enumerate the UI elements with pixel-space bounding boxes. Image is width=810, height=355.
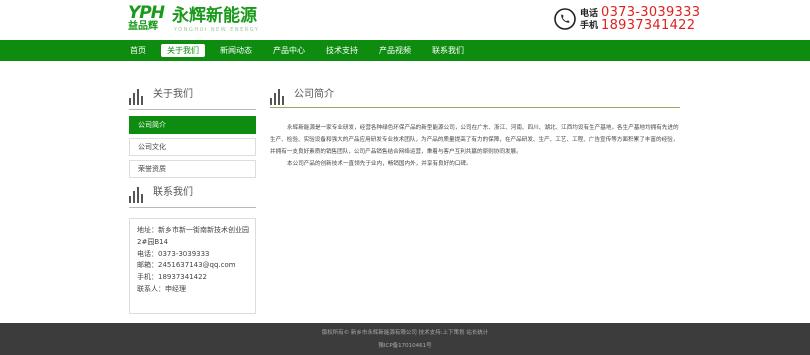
intro-paragraph-2: 本公司产品的创新技术一直领先于业内，畅销国内外，并享有良好的口碑。 (287, 161, 472, 167)
sidebar-contact-header: 联系我们 (129, 184, 256, 208)
sidebar-about-header: 关于我们 (129, 86, 256, 110)
nav-items: 首页 关于我们 新闻动态 产品中心 技术支持 产品视频 联系我们 (124, 40, 479, 61)
contact-person: 联系人：申经理 (137, 284, 186, 293)
sidebar: 关于我们 公司简介 公司文化 荣誉资质 联系我们 地址：新乡市新一街南新技术创业… (129, 86, 256, 314)
contact-tel: 电话：0373-3039333 (137, 249, 210, 258)
sidebar-item-company-culture[interactable]: 公司文化 (129, 138, 256, 156)
phone-icon (554, 8, 576, 30)
nav-item-about[interactable]: 关于我们 (161, 44, 205, 57)
contact-address: 地址：新乡市新一街南新技术创业园 (137, 226, 249, 234)
header: YPH 益品辉 永辉新能源 YONGHUI NEW ENERGY 电话 手机 0… (0, 0, 810, 40)
logo-mark: YPH 益品辉 (128, 4, 168, 36)
contact-labels: 电话 手机 (580, 8, 598, 32)
bars-icon (129, 89, 143, 105)
mobile-label: 手机 (580, 21, 599, 31)
page-title: 公司简介 (294, 89, 334, 100)
nav-item-products[interactable]: 产品中心 (267, 44, 311, 57)
logo-company-name: 永辉新能源 (172, 6, 257, 26)
sidebar-menu: 公司简介 公司文化 荣誉资质 (129, 116, 256, 178)
sidebar-item-company-profile[interactable]: 公司简介 (129, 116, 256, 134)
footer: 版权所有© 新乡市永辉新能源有限公司 技术支持:上下策划 站长统计 豫ICP备1… (0, 323, 810, 355)
footer-copyright: 版权所有© 新乡市永辉新能源有限公司 技术支持:上下策划 站长统计 (321, 330, 489, 336)
logo-company-name-en: YONGHUI NEW ENERGY (174, 27, 260, 33)
nav-item-news[interactable]: 新闻动态 (214, 44, 258, 57)
bars-icon (270, 89, 284, 105)
main-nav: 首页 关于我们 新闻动态 产品中心 技术支持 产品视频 联系我们 (0, 40, 810, 61)
contact-email: 邮箱：2451637143@qq.com (137, 261, 236, 270)
nav-item-support[interactable]: 技术支持 (320, 44, 364, 57)
intro-paragraph: 永辉新能源是一家专业研发，经营各种绿色环保产品的新型能源公司，公司在广东、浙江、… (270, 125, 679, 155)
sidebar-item-honors[interactable]: 荣誉资质 (129, 160, 256, 178)
main-content: 公司简介 永辉新能源是一家专业研发，经营各种绿色环保产品的新型能源公司，公司在广… (270, 86, 680, 170)
nav-item-contact[interactable]: 联系我们 (426, 44, 470, 57)
sidebar-contact-box: 地址：新乡市新一街南新技术创业园 2#园B14 电话：0373-3039333 … (129, 218, 256, 314)
nav-item-home[interactable]: 首页 (124, 44, 152, 57)
bars-icon (129, 187, 143, 203)
contact-mobile: 手机：18937341422 (137, 273, 207, 282)
mobile-number: 18937341422 (601, 18, 696, 33)
contact-numbers: 0373-3039333 18937341422 (601, 6, 700, 32)
footer-icp[interactable]: 豫ICP备17010461号 (0, 342, 810, 350)
nav-item-videos[interactable]: 产品视频 (373, 44, 417, 57)
sidebar-contact-title: 联系我们 (153, 187, 193, 198)
main-body: 永辉新能源是一家专业研发，经营各种绿色环保产品的新型能源公司，公司在广东、浙江、… (270, 108, 680, 170)
main-header: 公司简介 (270, 86, 680, 108)
tel-label: 电话 (580, 9, 599, 19)
sidebar-about-title: 关于我们 (153, 89, 193, 100)
logo-mark-subtext: 益品辉 (128, 21, 158, 32)
logo[interactable]: YPH 益品辉 永辉新能源 YONGHUI NEW ENERGY (128, 4, 258, 36)
logo-mark-text: YPH (128, 3, 165, 23)
contact-address-cont: 2#园B14 (137, 237, 169, 246)
